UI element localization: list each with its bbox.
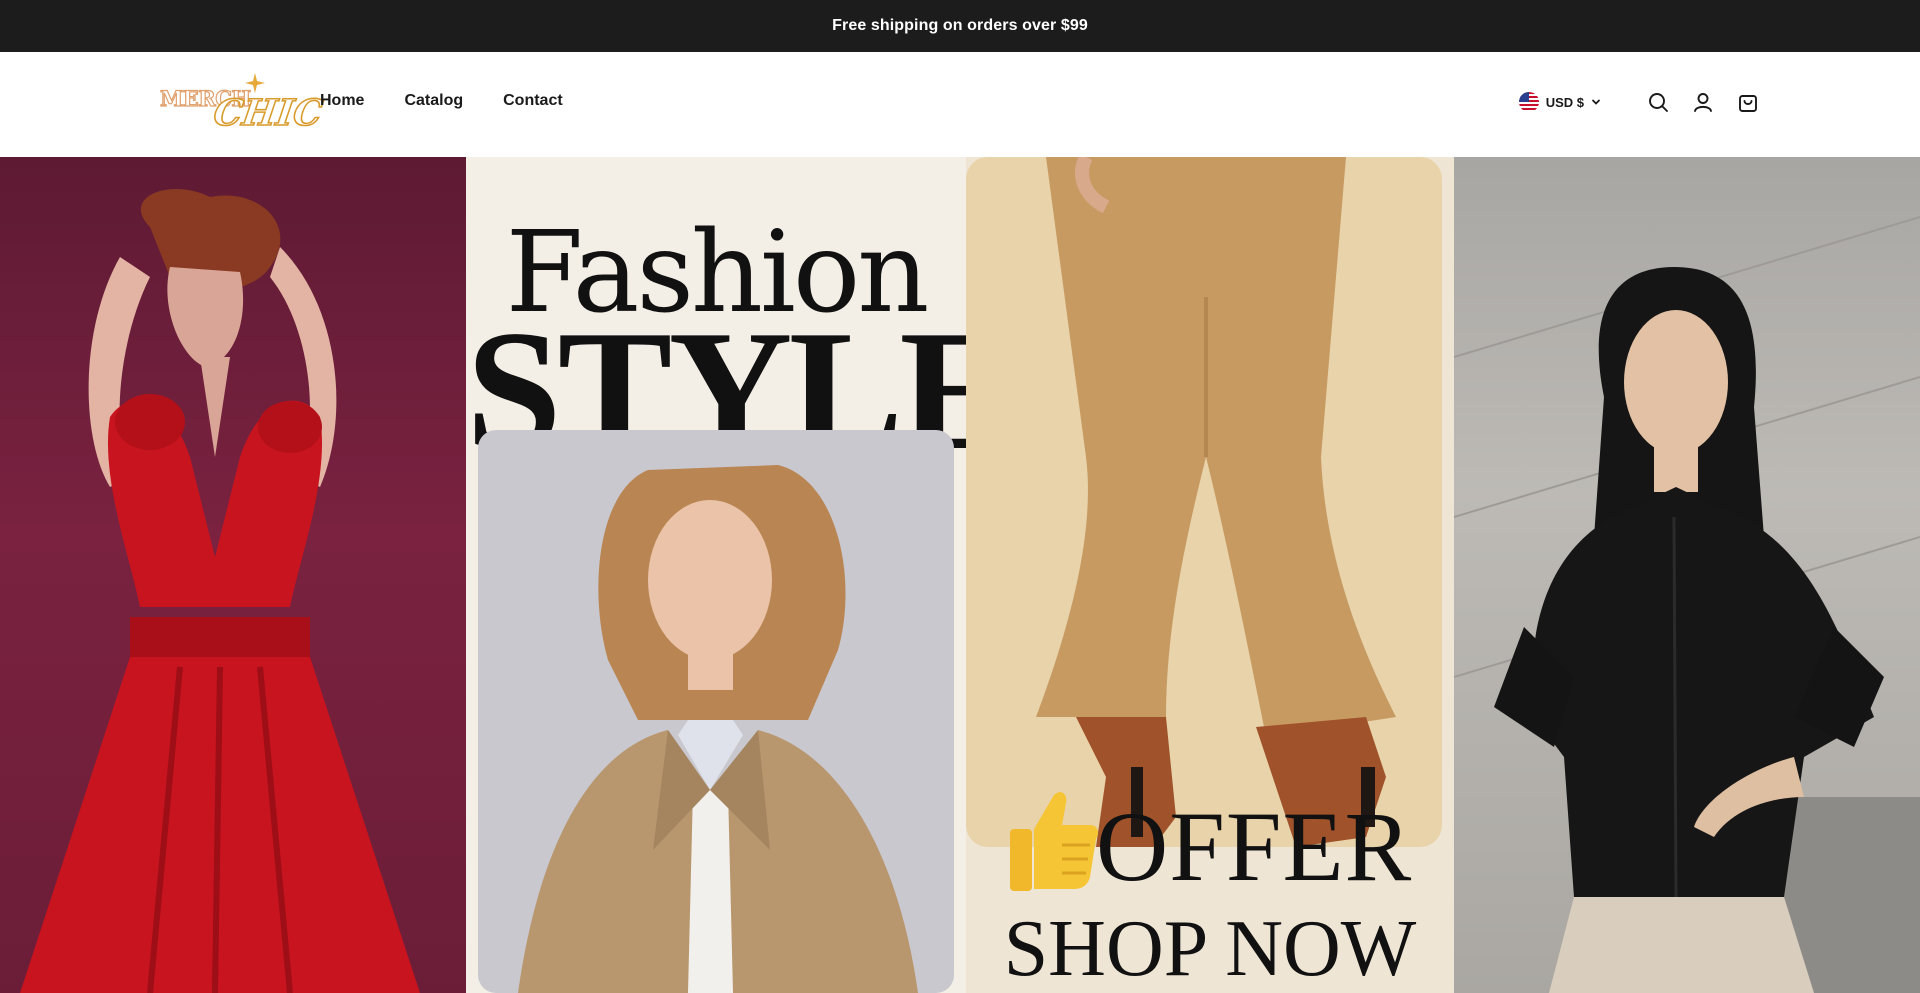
header-utilities: USD $ (1518, 90, 1760, 114)
flared-tan-pants-and-boots-photo (966, 157, 1442, 847)
cart-button[interactable] (1736, 90, 1760, 114)
offer-headline: OFFER (1096, 791, 1413, 902)
sparkle-icon (245, 73, 265, 93)
hero-banner[interactable]: Fashion STYLE OFFER SHOP NOW (0, 157, 1920, 993)
woman-in-red-dress-photo (0, 157, 466, 993)
offer-panel: OFFER SHOP NOW (966, 157, 1454, 993)
us-flag-icon (1518, 92, 1539, 112)
woman-in-black-shirt-photo (1454, 157, 1920, 993)
thumbs-up-icon (1010, 792, 1098, 891)
currency-label: USD $ (1545, 94, 1584, 110)
search-icon (1649, 93, 1668, 112)
account-button[interactable] (1691, 90, 1715, 114)
logo-text-chic: CHIC (210, 91, 326, 135)
nav-catalog-link[interactable]: Catalog (404, 92, 463, 110)
shop-now-text[interactable]: SHOP NOW (966, 909, 1454, 989)
store-logo[interactable]: MERCH CHIC (158, 72, 326, 135)
announcement-text: Free shipping on orders over $99 (832, 17, 1088, 34)
search-button[interactable] (1646, 90, 1670, 114)
chevron-down-icon (1592, 99, 1600, 105)
red-dress-illustration (20, 188, 420, 993)
currency-selector[interactable]: USD $ (1518, 92, 1601, 112)
site-header: MERCH CHIC Home Catalog Contact USD $ (0, 52, 1920, 157)
nav-contact-link[interactable]: Contact (503, 92, 563, 110)
account-icon (1694, 93, 1712, 112)
nav-home-link[interactable]: Home (320, 92, 364, 110)
main-nav: Home Catalog Contact (320, 92, 563, 110)
black-shirt-illustration (1454, 216, 1920, 993)
fashion-style-panel: Fashion STYLE (466, 157, 966, 993)
woman-in-beige-blazer-photo (478, 430, 954, 993)
cart-icon (1739, 95, 1757, 112)
announcement-bar: Free shipping on orders over $99 (0, 0, 1920, 52)
